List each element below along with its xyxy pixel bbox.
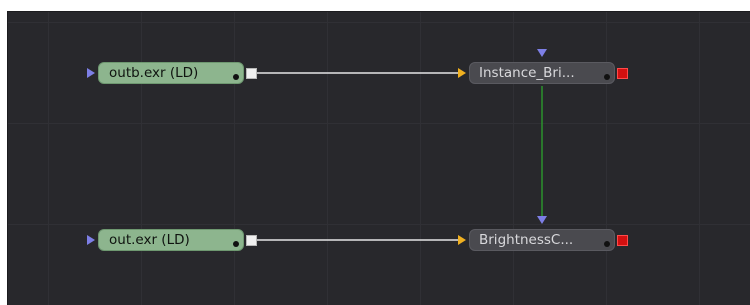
node-status-dot: [604, 241, 610, 247]
loader-bottom-input-port-icon[interactable]: [87, 235, 95, 245]
loader-node-out-label: out.exr (LD): [109, 232, 190, 248]
loader-node-outb-label: outb.exr (LD): [109, 65, 199, 81]
tool-node-instance-brightness[interactable]: Instance_Bri...: [469, 62, 615, 84]
tool-node-instance-label: Instance_Bri...: [479, 65, 575, 81]
connection-wires: [257, 72, 543, 241]
instance-main-input-port-icon[interactable]: [458, 68, 466, 78]
brightness-main-input-port-icon[interactable]: [458, 235, 466, 245]
loader-top-input-port-icon[interactable]: [87, 68, 95, 78]
loader-node-outb[interactable]: outb.exr (LD): [98, 62, 244, 84]
loader-node-out[interactable]: out.exr (LD): [98, 229, 244, 251]
brightness-output-port-icon[interactable]: [617, 235, 628, 246]
node-status-dot: [604, 74, 610, 80]
loader-top-output-port-icon[interactable]: [246, 68, 257, 79]
tool-node-brightness-contrast[interactable]: BrightnessC...: [469, 229, 615, 251]
node-status-dot: [233, 241, 239, 247]
node-status-dot: [233, 74, 239, 80]
screenshot-frame: outb.exr (LD) Instance_Bri... out.exr (L…: [0, 0, 750, 305]
brightness-top-input-port-icon[interactable]: [537, 216, 547, 224]
loader-bottom-output-port-icon[interactable]: [246, 235, 257, 246]
flow-editor-canvas[interactable]: outb.exr (LD) Instance_Bri... out.exr (L…: [7, 11, 750, 305]
instance-output-port-icon[interactable]: [617, 68, 628, 79]
instance-top-input-port-icon[interactable]: [537, 49, 547, 57]
tool-node-brightness-label: BrightnessC...: [479, 232, 574, 248]
